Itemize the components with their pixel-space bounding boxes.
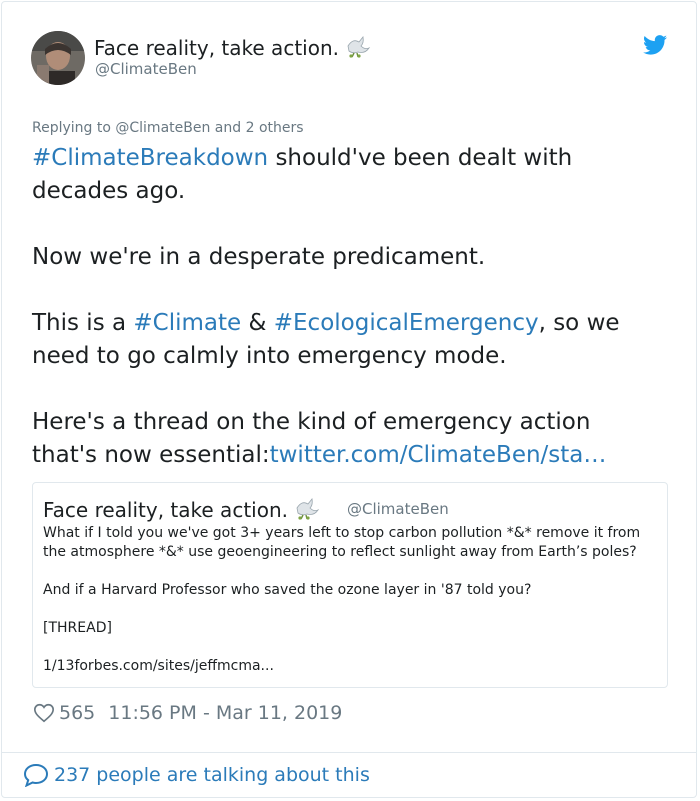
author-display-name[interactable]: Face reality, take action.: [94, 34, 371, 60]
tweet-timestamp[interactable]: 11:56 PM - Mar 11, 2019: [108, 702, 342, 724]
hashtag-link[interactable]: #EcologicalEmergency: [274, 310, 539, 336]
dove-icon: [347, 36, 371, 58]
quoted-display-name: Face reality, take action.: [43, 496, 320, 522]
quoted-paragraph: What if I told you we've got 3+ years le…: [43, 525, 641, 560]
author-name-text: Face reality, take action.: [94, 36, 339, 60]
author-handle[interactable]: @ClimateBen: [95, 60, 197, 78]
quoted-tweet[interactable]: Face reality, take action. @ClimateBen W…: [32, 482, 668, 688]
tweet-paragraph: Here's a thread on the kind of emergency…: [32, 406, 662, 472]
talking-about-text: 237 people are talking about this: [54, 764, 370, 786]
hashtag-link[interactable]: #Climate: [133, 310, 241, 336]
quoted-paragraph: And if a Harvard Professor who saved the…: [43, 582, 532, 598]
talking-about-link[interactable]: 237 people are talking about this: [23, 763, 370, 787]
tweet-paragraph: Now we're in a desperate predicament.: [32, 244, 486, 270]
tweet-paragraph: This is a #Climate & #EcologicalEmergenc…: [32, 307, 662, 373]
quoted-paragraph: [THREAD]: [43, 620, 112, 636]
avatar[interactable]: [31, 31, 85, 85]
tweet-text: #ClimateBreakdown should've been dealt w…: [32, 142, 662, 472]
tweet-meta: 565 11:56 PM - Mar 11, 2019: [33, 700, 342, 726]
tweet-text-segment: This is a: [32, 310, 134, 336]
quoted-name-text: Face reality, take action.: [43, 498, 288, 522]
quoted-handle: @ClimateBen: [347, 500, 449, 518]
hashtag-link[interactable]: #ClimateBreakdown: [32, 145, 268, 171]
heart-icon[interactable]: [33, 702, 55, 724]
tweet-paragraph: #ClimateBreakdown should've been dealt w…: [32, 142, 662, 208]
reply-context[interactable]: Replying to @ClimateBen and 2 others: [32, 120, 304, 136]
quoted-paragraph: 1/13forbes.com/sites/jeffmcma...: [43, 658, 274, 674]
divider: [1, 752, 697, 753]
dove-icon: [296, 498, 320, 520]
like-count[interactable]: 565: [59, 702, 95, 724]
url-link[interactable]: twitter.com/ClimateBen/sta…: [270, 442, 607, 468]
twitter-bird-icon[interactable]: [643, 35, 667, 55]
tweet-text-segment: &: [241, 310, 274, 336]
speech-bubble-icon: [23, 763, 49, 787]
quoted-text: What if I told you we've got 3+ years le…: [43, 524, 659, 676]
